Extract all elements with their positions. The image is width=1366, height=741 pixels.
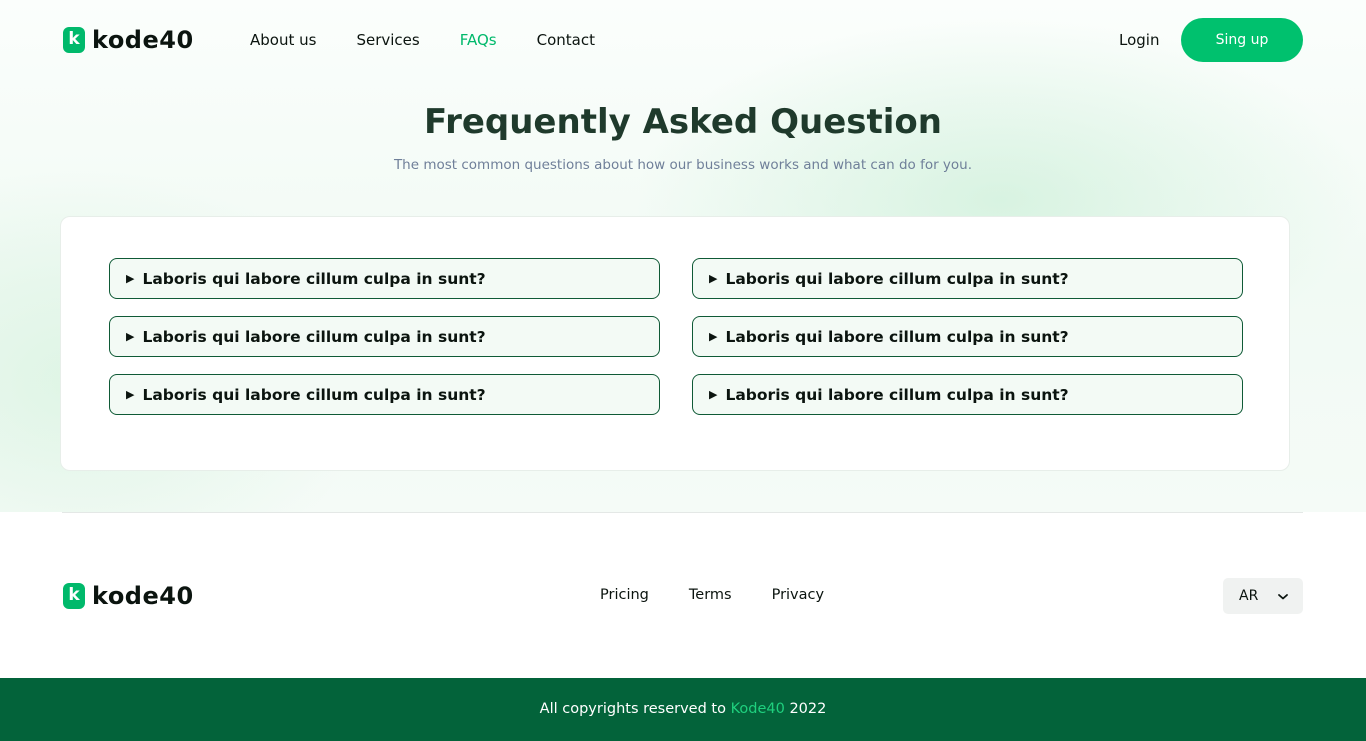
faq-question: Laboris qui labore cillum culpa in sunt? [142,269,486,288]
logo-text: kode40 [92,582,194,610]
logo-mark-icon: k [63,583,85,609]
copyright-year: 2022 [789,701,827,717]
page-subtitle: The most common questions about how our … [393,157,973,173]
faq-item[interactable]: ▶ Laboris qui labore cillum culpa in sun… [109,316,660,357]
footer-link-terms[interactable]: Terms [689,587,732,603]
nav-contact[interactable]: Contact [537,31,595,49]
nav-about-us[interactable]: About us [250,31,316,49]
faq-item[interactable]: ▶ Laboris qui labore cillum culpa in sun… [109,258,660,299]
footer-logo[interactable]: k kode40 [63,581,194,611]
site-header: k kode40 About us Services FAQs Contact … [0,0,1366,80]
faq-question: Laboris qui labore cillum culpa in sunt? [725,269,1069,288]
footer-link-privacy[interactable]: Privacy [772,587,825,603]
faq-question: Laboris qui labore cillum culpa in sunt? [725,327,1069,346]
triangle-right-icon: ▶ [126,272,135,285]
header-logo[interactable]: k kode40 [63,25,194,55]
faq-question: Laboris qui labore cillum culpa in sunt? [142,385,486,404]
triangle-right-icon: ▶ [126,388,135,401]
copyright-prefix: All copyrights reserved to [539,701,726,717]
nav-services[interactable]: Services [356,31,419,49]
faq-item[interactable]: ▶ Laboris qui labore cillum culpa in sun… [109,374,660,415]
copyright-brand: Kode40 [730,701,785,717]
triangle-right-icon: ▶ [709,330,718,343]
triangle-right-icon: ▶ [126,330,135,343]
faq-item[interactable]: ▶ Laboris qui labore cillum culpa in sun… [692,258,1243,299]
faq-question: Laboris qui labore cillum culpa in sunt? [725,385,1069,404]
chevron-down-icon [1277,588,1289,607]
footer-divider [62,512,1303,513]
main-nav: About us Services FAQs Contact [250,31,635,49]
faq-question: Laboris qui labore cillum culpa in sunt? [142,327,486,346]
faq-item[interactable]: ▶ Laboris qui labore cillum culpa in sun… [692,316,1243,357]
faq-card: ▶ Laboris qui labore cillum culpa in sun… [60,216,1290,471]
copyright-bar: All copyrights reserved to Kode40 2022 [0,678,1366,741]
nav-faqs[interactable]: FAQs [460,31,497,49]
login-link[interactable]: Login [1119,31,1159,49]
footer-link-pricing[interactable]: Pricing [600,587,649,603]
triangle-right-icon: ▶ [709,272,718,285]
footer-links: Pricing Terms Privacy [600,587,864,603]
triangle-right-icon: ▶ [709,388,718,401]
language-select[interactable]: AR [1223,578,1303,614]
logo-mark-icon: k [63,27,85,53]
page-title: Frequently Asked Question [424,102,942,142]
signup-button[interactable]: Sing up [1181,18,1303,62]
faq-item[interactable]: ▶ Laboris qui labore cillum culpa in sun… [692,374,1243,415]
language-value: AR [1239,588,1259,604]
logo-text: kode40 [92,26,194,54]
